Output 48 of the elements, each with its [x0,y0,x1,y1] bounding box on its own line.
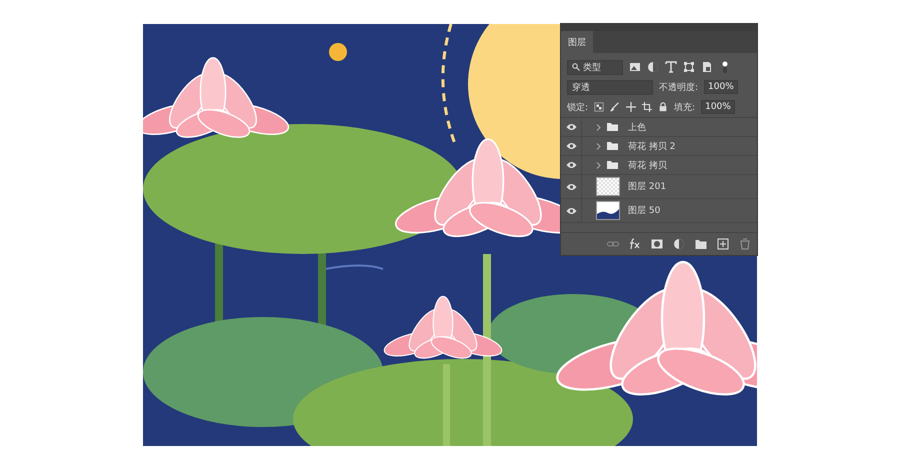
chevron-icon[interactable] [596,124,601,130]
folder-icon [607,123,618,131]
brush-icon[interactable] [610,102,620,112]
lock-icon[interactable] [658,102,668,112]
smart-object-icon[interactable] [701,61,713,73]
type-icon[interactable] [665,61,677,73]
chevron-icon[interactable] [596,162,601,168]
transform-icon[interactable] [683,61,695,73]
adjustment-layer-icon[interactable] [673,238,685,250]
crop-icon[interactable] [642,102,652,112]
fill-field[interactable]: 100% [701,100,735,114]
layer-thumbnail [596,201,620,220]
layer-name: 图层 201 [628,181,666,193]
eye-icon[interactable] [566,123,576,131]
trash-icon[interactable] [739,238,751,250]
folder-icon[interactable] [695,238,707,250]
layer-row[interactable]: 图层 201 [561,175,757,199]
eye-icon[interactable] [566,206,576,214]
panel-tab[interactable]: 图层 [561,31,593,53]
checker-icon[interactable] [594,102,604,112]
chevron-icon[interactable] [596,142,601,150]
fx-icon[interactable] [629,238,641,250]
layer-name: 上色 [628,122,646,134]
blend-mode-dropdown[interactable]: 穿透 [567,80,653,94]
fill-label: 填充: [674,102,696,114]
lock-label: 锁定: [567,102,588,114]
folder-icon [607,142,618,150]
opacity-label: 不透明度: [659,82,698,94]
opacity-field[interactable]: 100% [704,80,738,94]
eye-icon[interactable] [566,182,576,190]
layer-name: 荷花 拷贝 [628,160,667,172]
search-icon [572,63,580,71]
layer-group-row[interactable]: 上色 [561,118,757,137]
adjustment-icon[interactable] [647,61,659,73]
filter-dropdown[interactable]: 类型 [567,60,623,74]
eye-icon[interactable] [566,142,576,150]
mask-icon[interactable] [651,238,663,250]
eye-icon[interactable] [566,161,576,169]
image-icon[interactable] [629,61,641,73]
move-icon[interactable] [626,102,636,112]
new-layer-icon[interactable] [717,238,729,250]
layer-name: 图层 50 [628,205,660,217]
layer-thumbnail [596,177,620,196]
layer-row[interactable]: 图层 50 [561,199,757,223]
layer-group-row[interactable]: 荷花 拷贝 [561,156,757,175]
folder-icon [607,161,618,169]
layer-name: 荷花 拷贝 2 [628,140,676,152]
layer-group-row[interactable]: 荷花 拷贝 2 [561,137,757,156]
